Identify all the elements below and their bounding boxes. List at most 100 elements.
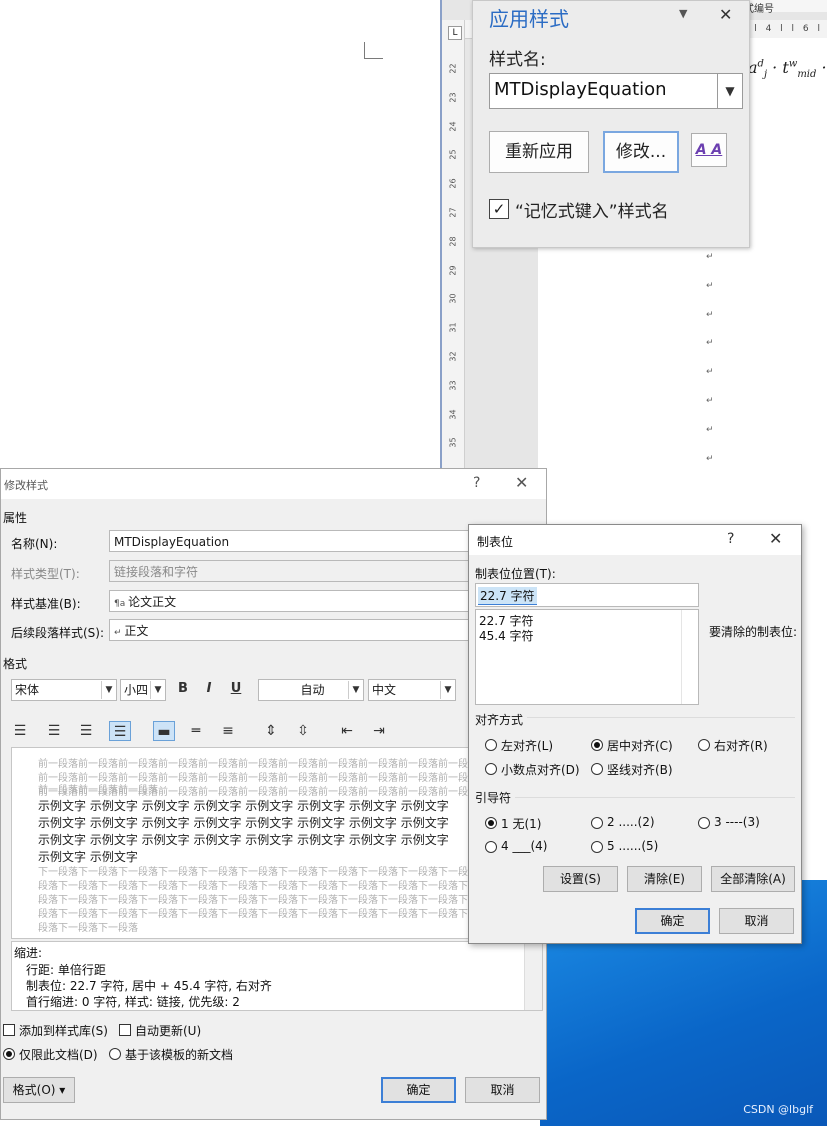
- format-menu-button[interactable]: 格式(O) ▾: [3, 1077, 75, 1103]
- scrollbar[interactable]: [524, 942, 542, 1010]
- decrease-indent-icon[interactable]: ⇤: [336, 721, 358, 741]
- clear-all-button[interactable]: 全部清除(A): [711, 866, 795, 892]
- leader-underline-radio[interactable]: [485, 841, 497, 853]
- align-decimal-radio[interactable]: [485, 763, 497, 775]
- desc-line: 制表位: 22.7 字符, 居中 + 45.4 字符, 右对齐: [26, 979, 272, 993]
- set-button[interactable]: 设置(S): [543, 866, 618, 892]
- dropdown-arrow-icon[interactable]: ▼: [717, 74, 742, 108]
- font-select[interactable]: 宋体 ▼: [11, 679, 117, 701]
- cancel-button[interactable]: 取消: [719, 908, 794, 934]
- close-icon[interactable]: ✕: [769, 529, 782, 548]
- script-select[interactable]: 中文 ▼: [368, 679, 456, 701]
- leader-dashes-radio[interactable]: [698, 817, 710, 829]
- italic-button[interactable]: I: [199, 679, 219, 699]
- desc-line: 行距: 单倍行距: [26, 963, 106, 977]
- following-style-select[interactable]: ↵ 正文: [109, 619, 469, 641]
- justify-icon[interactable]: ☰: [109, 721, 131, 741]
- add-to-gallery-checkbox[interactable]: [3, 1024, 15, 1036]
- reapply-button[interactable]: 重新应用: [489, 131, 589, 173]
- align-right-icon[interactable]: ☰: [75, 721, 97, 741]
- only-this-document-radio[interactable]: [3, 1048, 15, 1060]
- font-size-value: 小四: [124, 683, 149, 697]
- auto-update-checkbox[interactable]: [119, 1024, 131, 1036]
- name-label: 名称(N):: [11, 537, 58, 551]
- paragraph-mark: ↵: [706, 367, 714, 377]
- preview-next-paragraph: 段落下一段落下一段落下一段落下一段落下一段落下一段落下一段落下一段落下一段落下一…: [38, 909, 478, 920]
- modify-button[interactable]: 修改...: [603, 131, 679, 173]
- increase-indent-icon[interactable]: ⇥: [368, 721, 390, 741]
- tab-selector-button[interactable]: L: [448, 26, 462, 40]
- ruler-number: 31: [448, 322, 458, 333]
- increase-paragraph-spacing-icon[interactable]: ⇕: [260, 721, 282, 741]
- scrollbar[interactable]: [681, 610, 698, 704]
- name-input[interactable]: MTDisplayEquation: [109, 530, 469, 552]
- tab-stop-position-input[interactable]: 22.7 字符: [475, 583, 699, 607]
- ruler-number: 28: [448, 236, 458, 247]
- leader-none-radio[interactable]: [485, 817, 497, 829]
- align-left-icon[interactable]: ☰: [9, 721, 31, 741]
- ruler-number: 35: [448, 437, 458, 448]
- font-size-select[interactable]: 小四 ▼: [120, 679, 166, 701]
- document-left-page: [0, 0, 440, 470]
- paragraph-mark-icon: ↵: [114, 628, 125, 638]
- underline-button[interactable]: U: [226, 679, 246, 699]
- font-color-select[interactable]: 自动 ▼: [258, 679, 364, 701]
- vertical-ruler[interactable]: 22 23 24 25 26 27 28 29 30 31 32 33 34 35: [442, 20, 465, 470]
- pane-title: 应用样式: [489, 7, 569, 31]
- styles-pane-icon[interactable]: A A: [691, 133, 727, 167]
- list-item[interactable]: 45.4 字符: [479, 627, 534, 644]
- tab-stop-list[interactable]: 22.7 字符 45.4 字符: [475, 609, 699, 705]
- help-icon[interactable]: ?: [473, 475, 480, 491]
- autocomplete-checkbox[interactable]: ✓: [489, 199, 509, 219]
- ruler-number: 24: [448, 121, 458, 132]
- based-on-select[interactable]: ¶a 论文正文: [109, 590, 469, 612]
- tab-stop-position-value[interactable]: 22.7 字符: [478, 587, 537, 605]
- chevron-down-icon: ▼: [101, 681, 116, 699]
- double-spacing-icon[interactable]: ≡: [217, 721, 239, 741]
- auto-update-label: 自动更新(U): [135, 1024, 202, 1038]
- leader-none-label: 1 无(1): [501, 817, 542, 831]
- divider: [477, 797, 795, 798]
- ruler-number: 34: [448, 409, 458, 420]
- preview-sample-text: 示例文字 示例文字 示例文字 示例文字 示例文字 示例文字 示例文字 示例文字: [38, 833, 449, 847]
- help-icon[interactable]: ?: [727, 531, 734, 547]
- decrease-paragraph-spacing-icon[interactable]: ⇳: [292, 721, 314, 741]
- close-icon[interactable]: ✕: [719, 5, 732, 24]
- style-name-combobox[interactable]: MTDisplayEquation ▼: [489, 73, 743, 109]
- align-left-radio[interactable]: [485, 739, 497, 751]
- tab-stop-position-label: 制表位位置(T):: [475, 567, 556, 581]
- new-documents-radio[interactable]: [109, 1048, 121, 1060]
- align-bar-radio[interactable]: [591, 763, 603, 775]
- align-center-icon[interactable]: ☰: [43, 721, 65, 741]
- single-spacing-icon[interactable]: ▬: [153, 721, 175, 741]
- leader-dashes-label: 3 ----(3): [714, 815, 760, 829]
- style-description: 缩进: 行距: 单倍行距 制表位: 22.7 字符, 居中 + 45.4 字符,…: [11, 941, 543, 1011]
- paragraph-mark: ↵: [706, 396, 714, 406]
- align-center-radio[interactable]: [591, 739, 603, 751]
- paragraph-mark: ↵: [706, 252, 714, 262]
- page-corner-mark: [364, 42, 383, 59]
- ok-button[interactable]: 确定: [381, 1077, 456, 1103]
- align-center-label: 居中对齐(C): [607, 739, 673, 753]
- align-left-label: 左对齐(L): [501, 739, 554, 753]
- based-on-label: 样式基准(B):: [11, 597, 81, 611]
- alignment-heading: 对齐方式: [475, 711, 528, 728]
- tabs-dialog: 制表位 ? ✕ 制表位位置(T): 22.7 字符 22.7 字符 45.4 字…: [468, 524, 802, 944]
- leader-dots-label: 2 .....(2): [607, 815, 655, 829]
- one-half-spacing-icon[interactable]: ═: [185, 721, 207, 741]
- leader-underline-label: 4 ___(4): [501, 839, 548, 853]
- align-right-radio[interactable]: [698, 739, 710, 751]
- following-style-label: 后续段落样式(S):: [11, 626, 105, 640]
- chevron-down-icon[interactable]: ▼: [679, 7, 687, 20]
- close-icon[interactable]: ✕: [515, 473, 528, 492]
- clear-button[interactable]: 清除(E): [627, 866, 702, 892]
- cancel-button[interactable]: 取消: [465, 1077, 540, 1103]
- leader-dots-radio[interactable]: [591, 817, 603, 829]
- preview-previous-paragraph: 前一段落前一段落前一段落前一段落前一段落前一段落前一段落前一段落前一段落前一段落…: [38, 759, 478, 770]
- style-name-value[interactable]: MTDisplayEquation: [494, 79, 667, 100]
- ok-button[interactable]: 确定: [635, 908, 710, 934]
- leader-middle-dots-label: 5 ......(5): [607, 839, 659, 853]
- leader-middle-dots-radio[interactable]: [591, 841, 603, 853]
- bold-button[interactable]: B: [173, 679, 193, 699]
- dialog-title: 制表位: [477, 535, 514, 549]
